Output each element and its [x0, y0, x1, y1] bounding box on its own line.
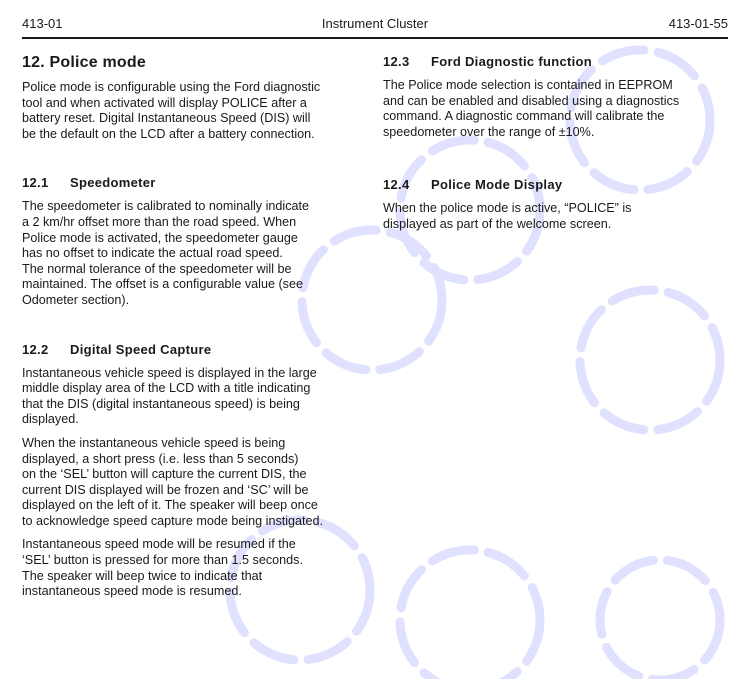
header-title: Instrument Cluster	[321, 16, 429, 31]
heading-12-3-title: Ford Diagnostic function	[431, 54, 593, 69]
left-column: 12. Police mode Police mode is configura…	[22, 50, 367, 608]
heading-12-1: 12.1 Speedometer	[22, 175, 367, 190]
heading-12-2-number: 12.2	[22, 341, 49, 357]
right-column: 12.3 Ford Diagnostic function The Police …	[383, 50, 728, 241]
heading-12-1-title: Speedometer	[70, 175, 156, 191]
heading-12-2-title: Digital Speed Capture	[70, 341, 212, 357]
speed-capture-paragraph-1: Instantaneous vehicle speed is displayed…	[22, 365, 317, 427]
diagnostic-paragraph: The Police mode selection is contained i…	[383, 78, 680, 139]
speed-capture-paragraph-3: Instantaneous speed mode will be resumed…	[22, 537, 303, 599]
police-display-paragraph: When the police mode is active, “POLICE”…	[383, 201, 632, 231]
heading-12-3-number: 12.3	[383, 54, 410, 69]
heading-12-1-number: 12.1	[22, 175, 49, 191]
document-page: 413-01 Instrument Cluster 413-01-55 12. …	[22, 0, 728, 679]
speedometer-paragraph: The speedometer is calibrated to nominal…	[22, 199, 310, 307]
header-page-number: 413-01-55	[668, 16, 728, 31]
heading-12-3: 12.3 Ford Diagnostic function	[383, 54, 728, 69]
heading-12-4-title: Police Mode Display	[431, 177, 563, 193]
section-title: 12. Police mode	[22, 54, 146, 71]
heading-12-4: 12.4 Police Mode Display	[383, 177, 728, 192]
intro-paragraph: Police mode is configurable using the Fo…	[22, 80, 321, 141]
heading-12-2: 12.2 Digital Speed Capture	[22, 342, 367, 357]
speed-capture-paragraph-2: When the instantaneous vehicle speed is …	[22, 435, 324, 528]
page-header: 413-01 Instrument Cluster 413-01-55	[22, 13, 728, 39]
heading-12-4-number: 12.4	[383, 177, 410, 193]
